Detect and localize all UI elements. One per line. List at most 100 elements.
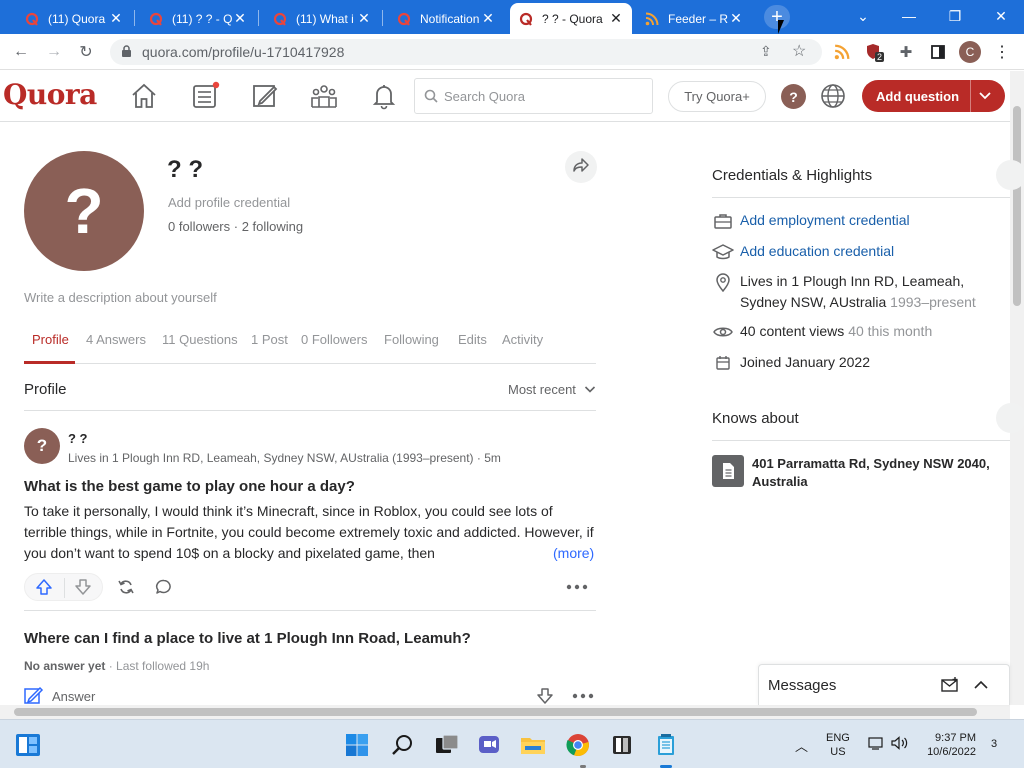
windows-start-icon[interactable] — [344, 732, 370, 758]
tab-questions[interactable]: 11 Questions — [162, 332, 238, 347]
add-education-credential-link[interactable]: Add education credential — [740, 241, 894, 262]
notifications-bell-icon[interactable] — [369, 81, 399, 111]
downvote-question-icon[interactable] — [534, 685, 556, 707]
tab-answers[interactable]: 4 Answers — [86, 332, 146, 347]
section-title: Profile — [24, 381, 67, 398]
comment-icon[interactable] — [153, 576, 175, 598]
edit-credentials-button[interactable] — [996, 160, 1024, 190]
post-question-title[interactable]: What is the best game to play one hour a… — [24, 478, 355, 495]
add-question-button[interactable]: Add question — [862, 80, 1005, 112]
menu-kebab-icon[interactable]: ⋮ — [990, 40, 1014, 64]
volume-icon[interactable] — [891, 736, 909, 755]
shield-extension-icon[interactable]: 2 — [862, 40, 886, 64]
notification-count[interactable]: 3 — [991, 738, 997, 750]
language-globe-icon[interactable] — [820, 83, 850, 113]
tab-active-profile[interactable]: ? ? - Quora ✕ — [510, 3, 632, 34]
following-feed-icon[interactable] — [190, 81, 220, 111]
close-tab-icon[interactable]: ✕ — [232, 10, 248, 27]
close-tab-icon[interactable]: ✕ — [728, 10, 744, 27]
restore-button[interactable]: ❐ — [932, 0, 978, 32]
browser-tab-strip: (11) Quora ✕ (11) ? ? - Q ✕ (11) What i … — [0, 0, 1024, 34]
sort-dropdown[interactable]: Most recent — [508, 382, 596, 398]
tab-search-icon[interactable]: ⌄ — [840, 0, 886, 32]
widgets-icon[interactable] — [15, 732, 41, 758]
file-explorer-icon[interactable] — [520, 732, 546, 758]
post-author-name[interactable]: ? ? — [68, 431, 88, 446]
scroll-thumb[interactable] — [1013, 106, 1021, 306]
rss-extension-icon[interactable] — [830, 40, 854, 64]
profile-name[interactable]: ? ? — [167, 156, 203, 184]
follow-counts[interactable]: 0 followers · 2 following — [168, 219, 303, 234]
side-panel-icon[interactable] — [926, 40, 950, 64]
chrome-icon[interactable] — [565, 732, 591, 758]
profile-description-prompt[interactable]: Write a description about yourself — [24, 290, 217, 305]
reload-icon[interactable]: ↻ — [74, 40, 98, 64]
compose-message-icon[interactable] — [941, 677, 959, 698]
post-author-avatar[interactable]: ? — [24, 428, 60, 464]
close-tab-icon[interactable]: ✕ — [108, 10, 124, 27]
tab-quora-what[interactable]: (11) What i ✕ — [264, 3, 380, 34]
search-input[interactable]: Search Quora — [414, 78, 653, 114]
location-credential[interactable]: Lives in 1 Plough Inn RD, Leameah, Sydne… — [740, 271, 1010, 313]
clock[interactable]: 9:37 PM 10/6/2022 — [918, 731, 976, 759]
forward-arrow-icon[interactable]: → — [42, 40, 66, 64]
tab-followers[interactable]: 0 Followers — [301, 332, 367, 347]
notepad-icon[interactable] — [653, 732, 679, 758]
address-bar[interactable]: quora.com/profile/u-1710417928 ⇪ ☆ — [110, 39, 822, 65]
chevron-down-icon[interactable] — [978, 88, 992, 105]
network-icon[interactable] — [868, 736, 884, 755]
tab-edits[interactable]: Edits — [458, 332, 487, 347]
teams-chat-icon[interactable] — [476, 732, 502, 758]
tab-feeder[interactable]: Feeder – RS ✕ — [636, 3, 752, 34]
topic-link[interactable]: 401 Parramatta Rd, Sydney NSW 2040, Aust… — [752, 455, 1002, 491]
tab-divider — [258, 10, 259, 26]
answer-pencil-icon[interactable] — [250, 81, 280, 111]
back-arrow-icon[interactable]: ← — [9, 40, 33, 64]
tab-following[interactable]: Following — [384, 332, 439, 347]
read-more-link[interactable]: (more) — [553, 545, 594, 561]
add-profile-credential-link[interactable]: Add profile credential — [168, 195, 290, 210]
question-title[interactable]: Where can I find a place to live at 1 Pl… — [24, 630, 471, 647]
chevron-up-icon[interactable] — [973, 677, 989, 698]
tab-quora-profile-old[interactable]: (11) ? ? - Q ✕ — [140, 3, 256, 34]
task-view-icon[interactable] — [434, 732, 460, 758]
tab-quora-home[interactable]: (11) Quora ✕ — [16, 3, 132, 34]
scroll-thumb[interactable] — [14, 708, 977, 716]
tab-posts[interactable]: 1 Post — [251, 332, 288, 347]
upvote-icon[interactable] — [33, 576, 55, 598]
minimize-button[interactable]: — — [886, 0, 932, 32]
try-quora-plus-button[interactable]: Try Quora+ — [668, 81, 766, 112]
tab-profile[interactable]: Profile — [32, 332, 69, 347]
share-profile-button[interactable] — [565, 151, 597, 183]
extensions-puzzle-icon[interactable]: ✚ — [894, 40, 918, 64]
user-avatar[interactable]: ? — [781, 84, 806, 109]
tab-title: (11) Quora — [48, 11, 106, 26]
messages-panel[interactable]: Messages — [758, 664, 1010, 705]
briefcase-icon — [712, 210, 734, 232]
more-options-icon[interactable] — [572, 685, 594, 707]
input-language-indicator[interactable]: ENG US — [826, 731, 850, 759]
tab-notifications[interactable]: Notification ✕ — [388, 3, 504, 34]
add-employment-credential-link[interactable]: Add employment credential — [740, 210, 910, 231]
edit-topics-button[interactable] — [996, 403, 1024, 433]
bookmark-star-icon[interactable]: ☆ — [792, 41, 806, 61]
quora-logo[interactable]: Quora — [3, 78, 97, 111]
reader-app-icon[interactable] — [609, 732, 635, 758]
share-reshare-icon[interactable] — [115, 576, 137, 598]
close-tab-icon[interactable]: ✕ — [356, 10, 372, 27]
profile-avatar[interactable]: C — [959, 41, 981, 63]
search-icon[interactable] — [390, 732, 416, 758]
close-window-button[interactable]: ✕ — [978, 0, 1024, 32]
answer-button[interactable]: Answer — [24, 686, 95, 706]
close-tab-icon[interactable]: ✕ — [480, 10, 496, 27]
downvote-icon[interactable] — [72, 576, 94, 598]
profile-avatar-large[interactable]: ? — [24, 151, 144, 271]
home-icon[interactable] — [129, 81, 159, 111]
tab-activity[interactable]: Activity — [502, 332, 543, 347]
more-options-icon[interactable] — [566, 576, 588, 598]
horizontal-scrollbar[interactable] — [0, 705, 1010, 719]
tray-chevron-up-icon[interactable]: ︿ — [795, 736, 808, 755]
close-tab-icon[interactable]: ✕ — [608, 10, 624, 27]
share-icon[interactable]: ⇪ — [760, 43, 772, 60]
spaces-icon[interactable] — [309, 81, 339, 111]
